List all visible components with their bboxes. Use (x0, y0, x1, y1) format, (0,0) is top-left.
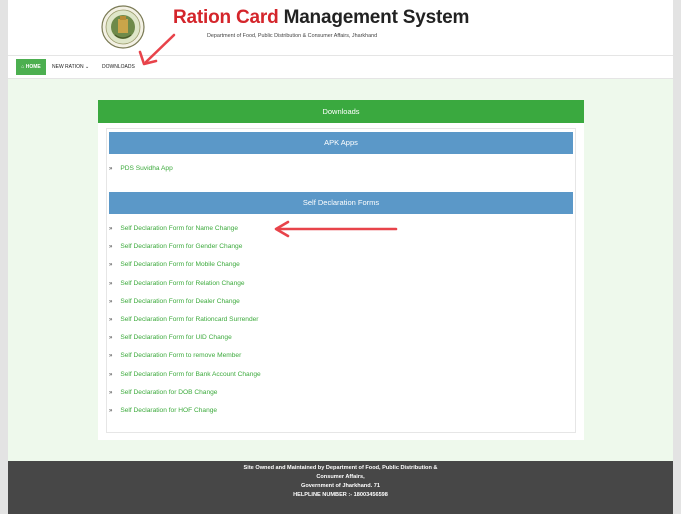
apk-item[interactable]: » PDS Suvidha App (109, 163, 173, 175)
form-link-row[interactable]: » Self Declaration Form to remove Member (109, 350, 241, 362)
form-link-row[interactable]: » Self Declaration Form for Gender Change (109, 241, 242, 253)
main-navbar: ⌂ HOME NEW RATION ⌄ DOWNLOADS (8, 55, 673, 79)
downloads-panel-title: Downloads (98, 100, 584, 123)
footer-helpline: HELPLINE NUMBER :- 18003456598 (293, 492, 388, 498)
title-rest: Management System (278, 7, 470, 28)
form-name-change-link[interactable]: Self Declaration Form for Name Change (120, 225, 238, 232)
form-link-row[interactable]: » Self Declaration Form for UID Change (109, 332, 232, 344)
form-bank-account-change-link[interactable]: Self Declaration Form for Bank Account C… (120, 371, 260, 378)
form-dob-change-link[interactable]: Self Declaration for DOB Change (120, 389, 217, 396)
site-subtitle: Department of Food, Public Distribution … (207, 33, 378, 39)
footer-dept-line: Consumer Affairs, (316, 474, 365, 480)
chevron-down-icon: ⌄ (84, 64, 90, 70)
downloads-panel: Downloads APK Apps » PDS Suvidha App Self… (98, 100, 584, 440)
form-dealer-change-link[interactable]: Self Declaration Form for Dealer Change (120, 298, 239, 305)
form-hof-change-link[interactable]: Self Declaration for HOF Change (120, 407, 217, 414)
bullet-icon: » (109, 335, 113, 341)
form-remove-member-link[interactable]: Self Declaration Form to remove Member (120, 352, 241, 359)
form-link-row[interactable]: » Self Declaration Form for Relation Chan… (109, 278, 245, 290)
title-accent: Ration Card (173, 7, 279, 28)
nav-home-label: HOME (25, 64, 41, 70)
form-gender-change-link[interactable]: Self Declaration Form for Gender Change (120, 243, 242, 250)
apk-apps-heading: APK Apps (109, 132, 573, 154)
form-mobile-change-link[interactable]: Self Declaration Form for Mobile Change (120, 261, 239, 268)
nav-new-ration-dropdown[interactable]: NEW RATION ⌄ (52, 59, 89, 75)
footer-govt-line: Government of Jharkhand. 71 (301, 483, 380, 489)
form-link-row[interactable]: » Self Declaration Form for Bank Account … (109, 369, 261, 381)
form-link-row[interactable]: » Self Declaration Form for Rationcard Su… (109, 314, 259, 326)
bullet-icon: » (109, 390, 113, 396)
form-uid-change-link[interactable]: Self Declaration Form for UID Change (120, 334, 231, 341)
bullet-icon: » (109, 281, 113, 287)
footer-owner-line: Site Owned and Maintained by Department … (243, 465, 438, 471)
bullet-icon: » (109, 226, 113, 232)
bullet-icon: » (109, 372, 113, 378)
form-link-row[interactable]: » Self Declaration Form for Name Change (109, 223, 238, 235)
bullet-icon: » (109, 317, 113, 323)
downloads-panel-body: APK Apps » PDS Suvidha App Self Declarati… (106, 128, 576, 433)
form-link-row[interactable]: » Self Declaration for DOB Change (109, 387, 217, 399)
self-declaration-forms-heading: Self Declaration Forms (109, 192, 573, 214)
form-link-row[interactable]: » Self Declaration Form for Dealer Change (109, 296, 240, 308)
form-link-row[interactable]: » Self Declaration Form for Mobile Change (109, 259, 240, 271)
site-header: Ration Card Management System Department… (8, 0, 673, 55)
form-relation-change-link[interactable]: Self Declaration Form for Relation Chang… (120, 280, 244, 287)
form-rationcard-surrender-link[interactable]: Self Declaration Form for Rationcard Sur… (120, 316, 258, 323)
annotation-arrow-name-change (274, 220, 398, 238)
form-link-row[interactable]: » Self Declaration for HOF Change (109, 405, 217, 417)
page: Ration Card Management System Department… (8, 0, 673, 514)
site-footer: Site Owned and Maintained by Department … (8, 461, 673, 514)
bullet-icon: » (109, 408, 113, 414)
pds-suvidha-app-link[interactable]: PDS Suvidha App (120, 165, 172, 172)
bullet-icon: » (109, 262, 113, 268)
nav-new-ration-label: NEW RATION (52, 64, 84, 70)
bullet-icon: » (109, 299, 113, 305)
site-title: Ration Card Management System (173, 7, 469, 29)
nav-home-button[interactable]: ⌂ HOME (16, 59, 46, 75)
bullet-icon: » (109, 166, 113, 172)
bullet-icon: » (109, 244, 113, 250)
bullet-icon: » (109, 353, 113, 359)
annotation-arrow-downloads (138, 33, 176, 66)
